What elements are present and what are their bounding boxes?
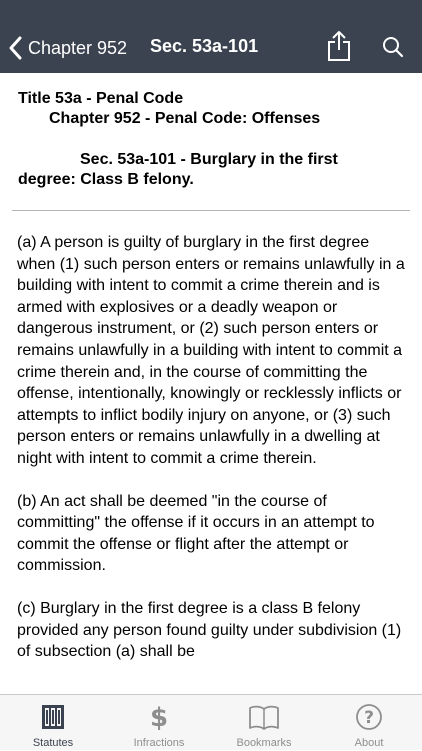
statute-body: (a) A person is guilty of burglary in th… bbox=[17, 232, 411, 684]
book-columns-icon bbox=[42, 705, 64, 729]
dollar-icon: $ bbox=[150, 703, 168, 731]
question-circle-icon: ? bbox=[356, 704, 382, 730]
heading-divider bbox=[12, 210, 410, 211]
open-book-icon bbox=[249, 705, 279, 730]
chevron-left-icon bbox=[9, 36, 22, 60]
section-heading-line-2: degree: Class B felony. bbox=[18, 171, 194, 188]
back-button[interactable]: Chapter 952 bbox=[8, 34, 127, 62]
tab-label-infractions: Infractions bbox=[133, 737, 185, 749]
tab-label-about: About bbox=[354, 737, 384, 749]
search-icon[interactable] bbox=[382, 36, 404, 58]
page-title: Sec. 53a-101 bbox=[150, 36, 259, 56]
paragraph-a: (a) A person is guilty of burglary in th… bbox=[17, 234, 405, 467]
tab-bar: Statutes $ Infractions Bookmarks ? About bbox=[0, 694, 422, 750]
tab-label-bookmarks: Bookmarks bbox=[236, 737, 292, 749]
tab-bookmarks[interactable]: Bookmarks bbox=[211, 695, 317, 751]
chapter-heading: Chapter 952 - Penal Code: Offenses bbox=[49, 110, 321, 127]
svg-text:$: $ bbox=[150, 703, 168, 731]
section-heading-line-1: Sec. 53a-101 - Burglary in the first bbox=[80, 151, 338, 168]
section-heading: Sec. 53a-101 - Burglary in the first deg… bbox=[18, 150, 408, 190]
statute-heading: Title 53a - Penal Code Chapter 952 - Pen… bbox=[18, 89, 408, 190]
paragraph-c: (c) Burglary in the first degree is a cl… bbox=[17, 599, 402, 661]
share-icon[interactable] bbox=[327, 30, 351, 62]
back-button-label: Chapter 952 bbox=[28, 37, 128, 58]
tab-about[interactable]: ? About bbox=[316, 695, 422, 751]
paragraph-b: (b) An act shall be deemed "in the cours… bbox=[17, 492, 375, 575]
title-heading: Title 53a - Penal Code bbox=[18, 90, 184, 107]
tab-infractions[interactable]: $ Infractions bbox=[106, 695, 212, 751]
navigation-bar: Chapter 952 Sec. 53a-101 bbox=[0, 0, 422, 73]
tab-statutes[interactable]: Statutes bbox=[0, 695, 106, 751]
statute-content[interactable]: Title 53a - Penal Code Chapter 952 - Pen… bbox=[0, 73, 422, 694]
svg-text:?: ? bbox=[364, 708, 374, 728]
tab-label-statutes: Statutes bbox=[32, 737, 74, 749]
